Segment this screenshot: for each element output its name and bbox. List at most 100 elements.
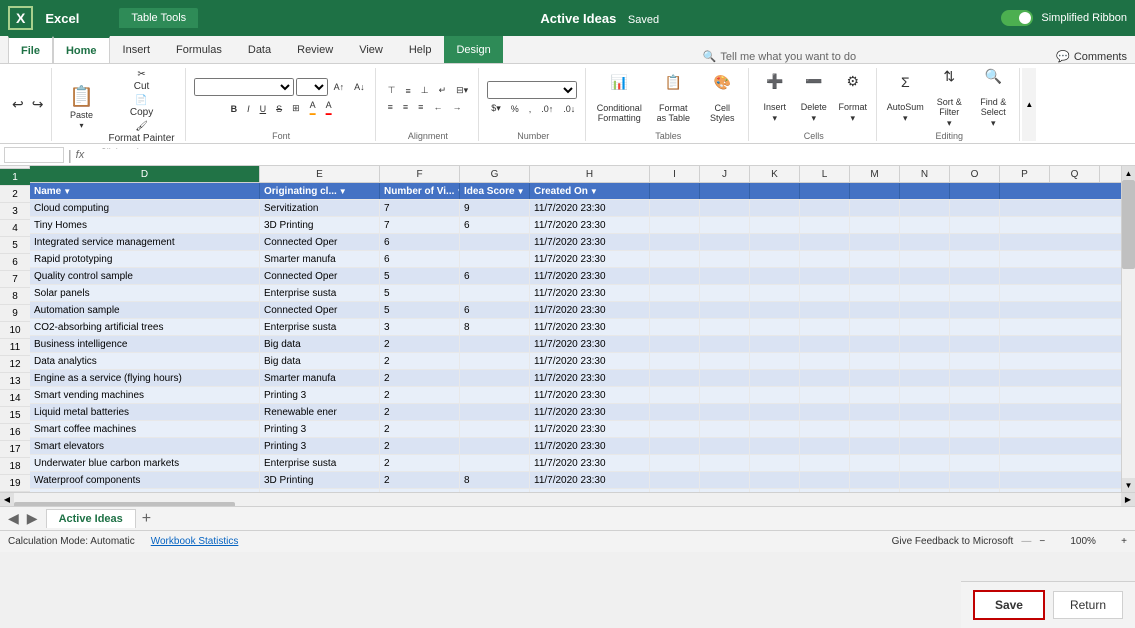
table-cell[interactable]: Business intelligence — [30, 336, 260, 352]
table-cell[interactable]: 5 — [380, 268, 460, 284]
table-cell[interactable] — [800, 455, 850, 471]
sort-filter-button[interactable]: ⇅ Sort & Filter▾ — [929, 71, 969, 127]
row-header-12[interactable]: 12 — [0, 356, 30, 373]
table-cell[interactable] — [700, 353, 750, 369]
table-cell[interactable]: 2 — [380, 387, 460, 403]
table-cell[interactable] — [900, 200, 950, 216]
table-cell[interactable]: 11/7/2020 23:30 — [530, 336, 650, 352]
table-row[interactable]: Data analyticsBig data211/7/2020 23:30 — [30, 353, 1121, 370]
format-as-table-button[interactable]: 📋 Format as Table — [648, 71, 698, 127]
table-cell[interactable]: Cloud computing — [30, 200, 260, 216]
horizontal-scrollbar[interactable]: ◀ ▶ — [0, 492, 1135, 506]
table-cell[interactable] — [700, 472, 750, 488]
table-cell[interactable] — [750, 421, 800, 437]
table-cell[interactable]: 8 — [460, 472, 530, 488]
table-cell[interactable] — [750, 387, 800, 403]
table-cell[interactable]: CO2-absorbing artificial trees — [30, 319, 260, 335]
font-size-select[interactable] — [296, 78, 328, 96]
row-header-7[interactable]: 7 — [0, 271, 30, 288]
table-cell[interactable] — [800, 370, 850, 386]
table-cell[interactable]: Automation sample — [30, 302, 260, 318]
table-cell[interactable] — [750, 336, 800, 352]
table-cell[interactable] — [750, 285, 800, 301]
table-cell[interactable] — [750, 217, 800, 233]
tab-help[interactable]: Help — [396, 36, 445, 63]
fill-color-button[interactable]: A▬ — [306, 98, 320, 119]
table-cell[interactable] — [950, 217, 1000, 233]
table-cell[interactable]: Integrated service management — [30, 234, 260, 250]
table-cell[interactable]: Enterprise susta — [260, 319, 380, 335]
table-cell[interactable]: 3D Printing — [260, 217, 380, 233]
merge-button[interactable]: ⊟▾ — [452, 83, 472, 98]
table-cell[interactable] — [650, 472, 700, 488]
row-header-16[interactable]: 16 — [0, 424, 30, 441]
table-cell[interactable] — [700, 387, 750, 403]
table-cell[interactable] — [950, 285, 1000, 301]
table-cell[interactable] — [850, 421, 900, 437]
table-cell[interactable] — [800, 302, 850, 318]
table-cell[interactable]: 11/7/2020 23:30 — [530, 319, 650, 335]
table-cell[interactable]: 11/7/2020 23:30 — [530, 404, 650, 420]
table-cell[interactable]: 11/7/2020 23:30 — [530, 285, 650, 301]
table-cell[interactable] — [800, 438, 850, 454]
table-cell[interactable] — [800, 234, 850, 250]
table-cell[interactable] — [900, 336, 950, 352]
table-cell[interactable] — [700, 217, 750, 233]
ribbon-collapse-button[interactable]: ▲ — [1022, 68, 1036, 141]
table-cell[interactable]: Printing 3 — [260, 387, 380, 403]
font-family-select[interactable] — [194, 78, 294, 96]
table-cell[interactable]: 11/7/2020 23:30 — [530, 200, 650, 216]
align-right-button[interactable]: ≡ — [414, 100, 427, 114]
table-cell[interactable] — [650, 200, 700, 216]
table-cell[interactable] — [800, 268, 850, 284]
col-header-q[interactable]: Q — [1050, 166, 1100, 182]
table-cell[interactable]: Underwater blue carbon markets — [30, 455, 260, 471]
row-header-11[interactable]: 11 — [0, 339, 30, 356]
table-cell[interactable]: Engine as a service (flying hours) — [30, 370, 260, 386]
bold-button[interactable]: B — [227, 102, 242, 116]
col-header-p[interactable]: P — [1000, 166, 1050, 182]
row-header-14[interactable]: 14 — [0, 390, 30, 407]
table-cell[interactable] — [850, 336, 900, 352]
table-cell[interactable]: Connected Oper — [260, 268, 380, 284]
table-row[interactable]: Quality control sampleConnected Oper5611… — [30, 268, 1121, 285]
table-cell[interactable] — [900, 370, 950, 386]
indent-increase-button[interactable]: → — [448, 100, 465, 114]
decimal-increase-button[interactable]: .0↑ — [537, 101, 557, 116]
tab-data[interactable]: Data — [235, 36, 284, 63]
col-header-n[interactable]: N — [900, 166, 950, 182]
formula-input[interactable] — [88, 149, 1131, 161]
table-cell[interactable]: Big data — [260, 336, 380, 352]
underline-button[interactable]: U — [256, 102, 271, 116]
tab-design[interactable]: Design — [444, 36, 502, 63]
table-cell[interactable]: 2 — [380, 336, 460, 352]
table-cell[interactable] — [850, 455, 900, 471]
table-cell[interactable] — [900, 438, 950, 454]
h-scrollbar-thumb[interactable] — [14, 502, 235, 507]
align-left-button[interactable]: ≡ — [384, 100, 397, 114]
scroll-down-button[interactable]: ▼ — [1122, 478, 1135, 492]
table-cell[interactable]: Solar panels — [30, 285, 260, 301]
col-header-e[interactable]: E — [260, 166, 380, 182]
table-cell[interactable]: 11/7/2020 23:30 — [530, 217, 650, 233]
table-cell[interactable]: Renewable ener — [260, 404, 380, 420]
table-cell[interactable]: 6 — [460, 217, 530, 233]
table-cell[interactable]: Tiny Homes — [30, 217, 260, 233]
table-cell[interactable] — [750, 302, 800, 318]
table-cell[interactable]: 11/7/2020 23:30 — [530, 251, 650, 267]
table-cell[interactable] — [850, 217, 900, 233]
table-cell[interactable] — [700, 438, 750, 454]
save-button[interactable]: Save — [973, 590, 1045, 620]
table-cell[interactable]: 6 — [380, 251, 460, 267]
table-cell[interactable] — [650, 404, 700, 420]
col-header-r[interactable]: R — [1100, 166, 1121, 182]
table-cell[interactable] — [460, 455, 530, 471]
row-header-19[interactable]: 19 — [0, 475, 30, 492]
delete-cells-button[interactable]: ➖ Delete▾ — [796, 71, 831, 127]
table-cell[interactable] — [460, 234, 530, 250]
table-cell[interactable]: Liquid metal batteries — [30, 404, 260, 420]
find-select-button[interactable]: 🔍 Find & Select▾ — [973, 71, 1013, 127]
cut-button[interactable]: ✂ Cut — [104, 68, 178, 93]
row-header-1[interactable]: 1 — [0, 169, 30, 186]
table-cell[interactable] — [750, 455, 800, 471]
